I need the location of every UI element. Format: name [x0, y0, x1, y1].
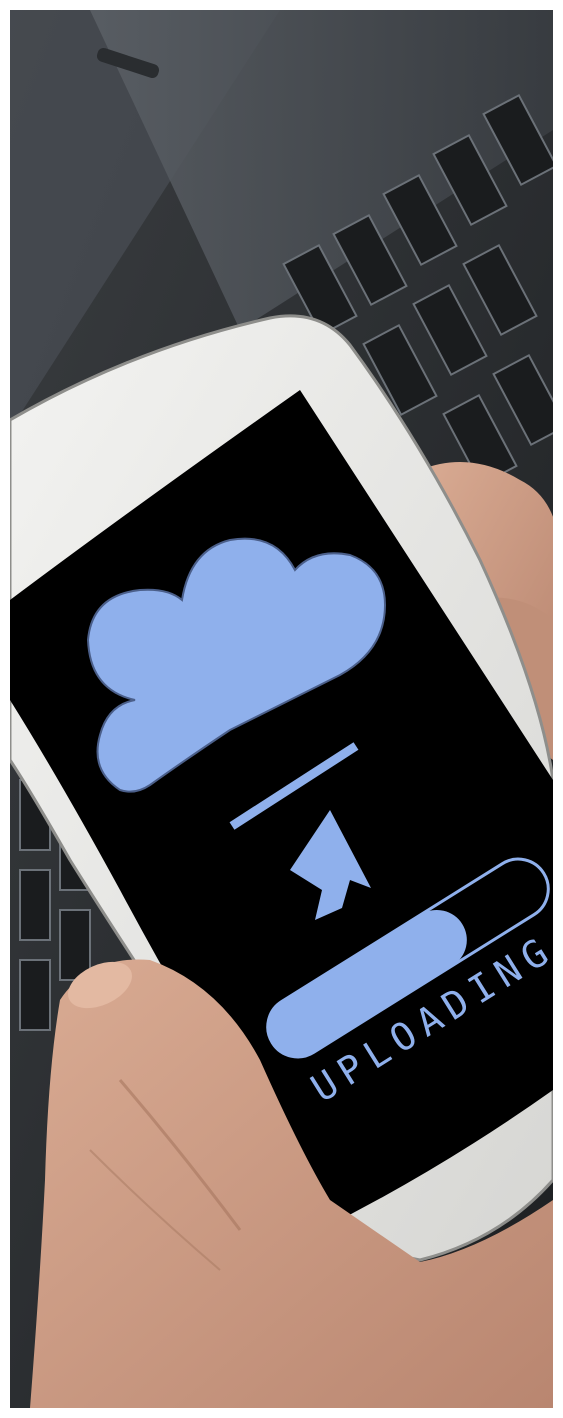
upload-photo-scene: UPLOADING: [10, 10, 553, 1408]
